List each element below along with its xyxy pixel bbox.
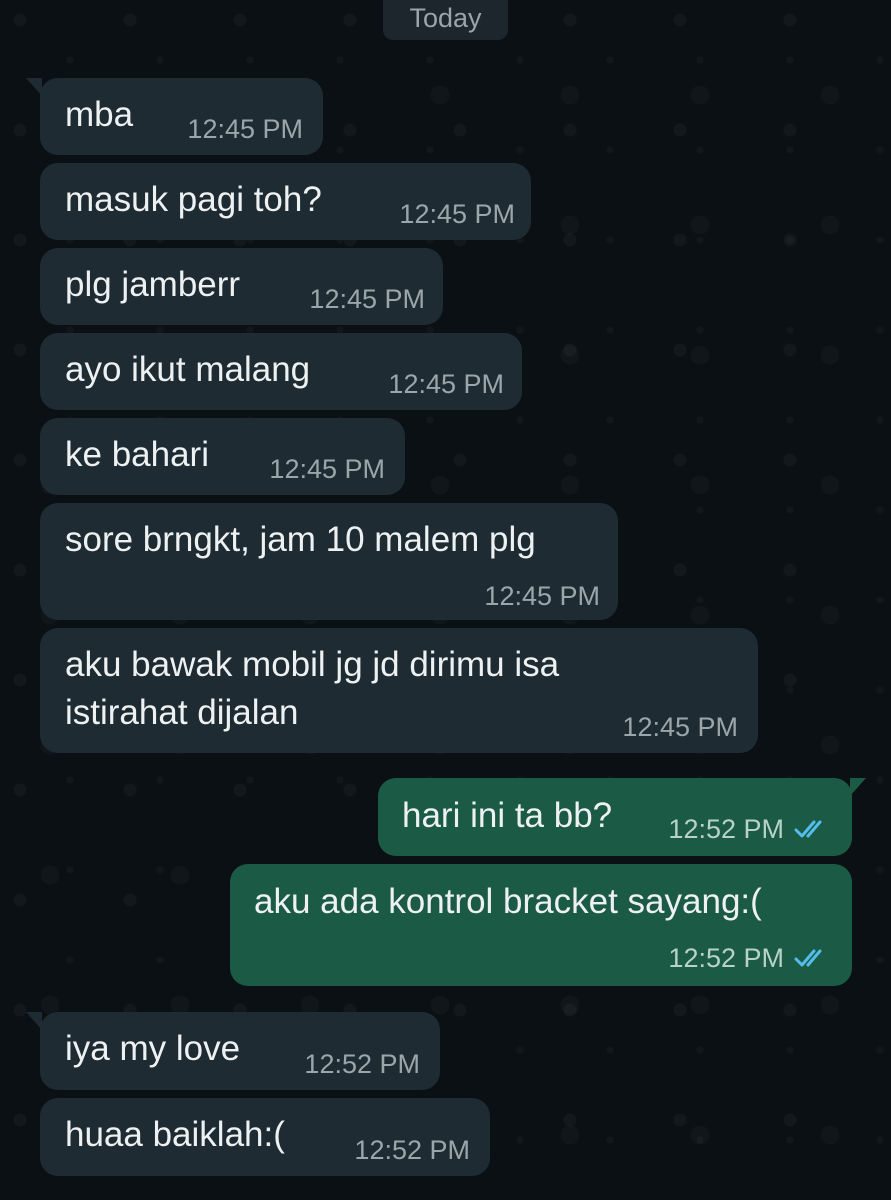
message-text: aku ada kontrol bracket sayang:( <box>254 882 762 921</box>
date-divider: Today <box>383 0 508 40</box>
message-time: 12:45 PM <box>309 284 425 314</box>
message-time: 12:52 PM <box>668 814 784 844</box>
message-time: 12:52 PM <box>304 1049 420 1079</box>
incoming-message-bubble[interactable]: iya my love 12:52 PM <box>26 1012 440 1090</box>
message-text: ke bahari <box>65 435 209 474</box>
message-text: huaa baiklah:( <box>65 1115 285 1154</box>
incoming-message-bubble[interactable]: ayo ikut malang 12:45 PM <box>40 333 522 410</box>
message-time: 12:52 PM <box>668 943 784 973</box>
double-check-icon <box>794 949 822 967</box>
message-time: 12:45 PM <box>484 581 600 611</box>
message-text: aku bawak mobil jg jd dirimu isa istirah… <box>65 645 560 732</box>
message-time: 12:45 PM <box>187 114 303 144</box>
chat-area[interactable]: Today mba 12:45 PM masuk pagi toh? 12:45… <box>0 0 891 1200</box>
message-text: mba <box>65 95 134 134</box>
message-text: ayo ikut malang <box>65 350 311 389</box>
message-time: 12:45 PM <box>399 199 515 229</box>
message-text: plg jamberr <box>65 265 241 304</box>
message-time: 12:45 PM <box>388 369 504 399</box>
message-text: masuk pagi toh? <box>65 180 322 219</box>
incoming-message-bubble[interactable]: masuk pagi toh? 12:45 PM <box>40 163 531 240</box>
incoming-message-bubble[interactable]: sore brngkt, jam 10 malem plg 12:45 PM <box>40 503 618 620</box>
incoming-message-bubble[interactable]: huaa baiklah:( 12:52 PM <box>40 1098 490 1176</box>
incoming-message-bubble[interactable]: ke bahari 12:45 PM <box>40 418 405 495</box>
message-text: iya my love <box>65 1029 241 1068</box>
message-time: 12:45 PM <box>622 712 738 742</box>
incoming-message-bubble[interactable]: aku bawak mobil jg jd dirimu isa istirah… <box>40 628 758 753</box>
outgoing-message-bubble[interactable]: hari ini ta bb? 12:52 PM <box>378 778 866 856</box>
incoming-message-bubble[interactable]: mba 12:45 PM <box>26 78 323 155</box>
message-text: sore brngkt, jam 10 malem plg <box>65 520 536 559</box>
double-check-icon <box>794 820 822 838</box>
message-time: 12:52 PM <box>354 1135 470 1165</box>
message-time: 12:45 PM <box>269 454 385 484</box>
outgoing-message-bubble[interactable]: aku ada kontrol bracket sayang:( 12:52 P… <box>230 864 852 986</box>
message-text: hari ini ta bb? <box>402 796 613 835</box>
incoming-message-bubble[interactable]: plg jamberr 12:45 PM <box>40 248 443 325</box>
